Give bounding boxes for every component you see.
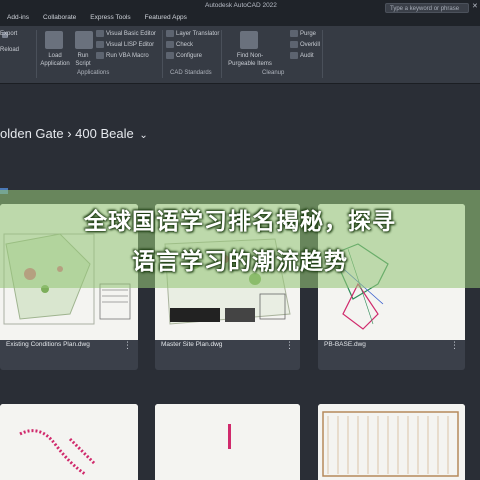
more-options-icon[interactable]: ⋮: [285, 341, 294, 350]
layer-translator-icon[interactable]: [166, 30, 174, 37]
menu-bar: Add-ins Collaborate Express Tools Featur…: [0, 14, 194, 24]
caption-line-2: 语言学习的潮流趋势: [132, 249, 348, 275]
menu-collaborate[interactable]: Collaborate: [36, 14, 83, 24]
find-non-purgeable-button[interactable]: Find Non-Purgeable Items: [224, 52, 276, 68]
chevron-down-icon[interactable]: ⌄: [139, 130, 147, 141]
ribbon: Export Reload Load Application Run Scrip…: [0, 26, 480, 84]
file-name: PB-BASE.dwg: [324, 341, 366, 348]
layer-translator-button[interactable]: Layer Translator: [176, 30, 219, 38]
drawing-preview: [155, 404, 300, 480]
purge-button[interactable]: Purge: [300, 30, 316, 38]
drawing-preview: [318, 404, 465, 480]
drawing-preview: [0, 404, 138, 480]
load-application-icon[interactable]: [45, 31, 63, 49]
drawing-thumbnail: [318, 404, 465, 480]
applications-group-label: Applications: [77, 70, 110, 76]
load-application-button[interactable]: Load Application: [38, 52, 72, 68]
more-options-icon[interactable]: ⋮: [123, 341, 132, 350]
run-script-button[interactable]: Run Script: [72, 52, 94, 68]
file-name: Existing Conditions Plan.dwg: [6, 341, 90, 348]
file-card[interactable]: [155, 404, 300, 480]
file-name: Master Site Plan.dwg: [161, 341, 223, 348]
drawing-thumbnail: [0, 404, 138, 480]
visual-basic-editor-button[interactable]: Visual Basic Editor: [106, 30, 156, 38]
check-button[interactable]: Check: [176, 41, 193, 49]
configure-icon[interactable]: [166, 52, 174, 59]
cad-standards-group-label: CAD Standards: [170, 70, 212, 76]
menu-express-tools[interactable]: Express Tools: [83, 14, 137, 24]
find-non-purgeable-icon[interactable]: [240, 31, 258, 49]
title-bar: Autodesk AutoCAD 2022 Add-ins Collaborat…: [0, 0, 480, 27]
cleanup-group-label: Cleanup: [262, 70, 285, 76]
close-icon[interactable]: ✕: [472, 3, 480, 11]
run-vba-macro-button[interactable]: Run VBA Macro: [106, 52, 149, 60]
more-options-icon[interactable]: ⋮: [450, 341, 459, 350]
file-card[interactable]: [0, 404, 138, 480]
visual-lisp-editor-button[interactable]: Visual LISP Editor: [106, 41, 154, 49]
ribbon-separator: [162, 30, 163, 78]
window-title: Autodesk AutoCAD 2022: [205, 2, 277, 9]
ribbon-separator: [221, 30, 222, 78]
export-button[interactable]: Export: [0, 30, 17, 38]
overkill-button[interactable]: Overkill: [300, 41, 320, 49]
audit-button[interactable]: Audit: [300, 52, 314, 60]
overkill-icon[interactable]: [290, 41, 298, 48]
menu-add-ins[interactable]: Add-ins: [0, 14, 36, 24]
ribbon-separator: [322, 30, 323, 78]
audit-icon[interactable]: [290, 52, 298, 59]
ribbon-separator: [36, 30, 37, 78]
caption-banner: 全球国语学习排名揭秘，探寻 语言学习的潮流趋势: [0, 190, 480, 288]
breadcrumb-path: olden Gate › 400 Beale: [0, 126, 134, 141]
vba-macro-icon[interactable]: [96, 52, 104, 59]
check-icon[interactable]: [166, 41, 174, 48]
menu-featured-apps[interactable]: Featured Apps: [138, 14, 194, 24]
run-script-icon[interactable]: [75, 31, 93, 49]
lisp-editor-icon[interactable]: [96, 41, 104, 48]
file-card[interactable]: [318, 404, 465, 480]
configure-button[interactable]: Configure: [176, 52, 202, 60]
search-input[interactable]: Type a keyword or phrase: [385, 3, 469, 13]
drawing-thumbnail: [155, 404, 300, 480]
reload-button[interactable]: Reload: [0, 46, 19, 54]
purge-icon[interactable]: [290, 30, 298, 37]
breadcrumb[interactable]: olden Gate › 400 Beale ⌄: [0, 126, 148, 141]
vba-editor-icon[interactable]: [96, 30, 104, 37]
caption-line-1: 全球国语学习排名揭秘，探寻: [84, 209, 396, 235]
